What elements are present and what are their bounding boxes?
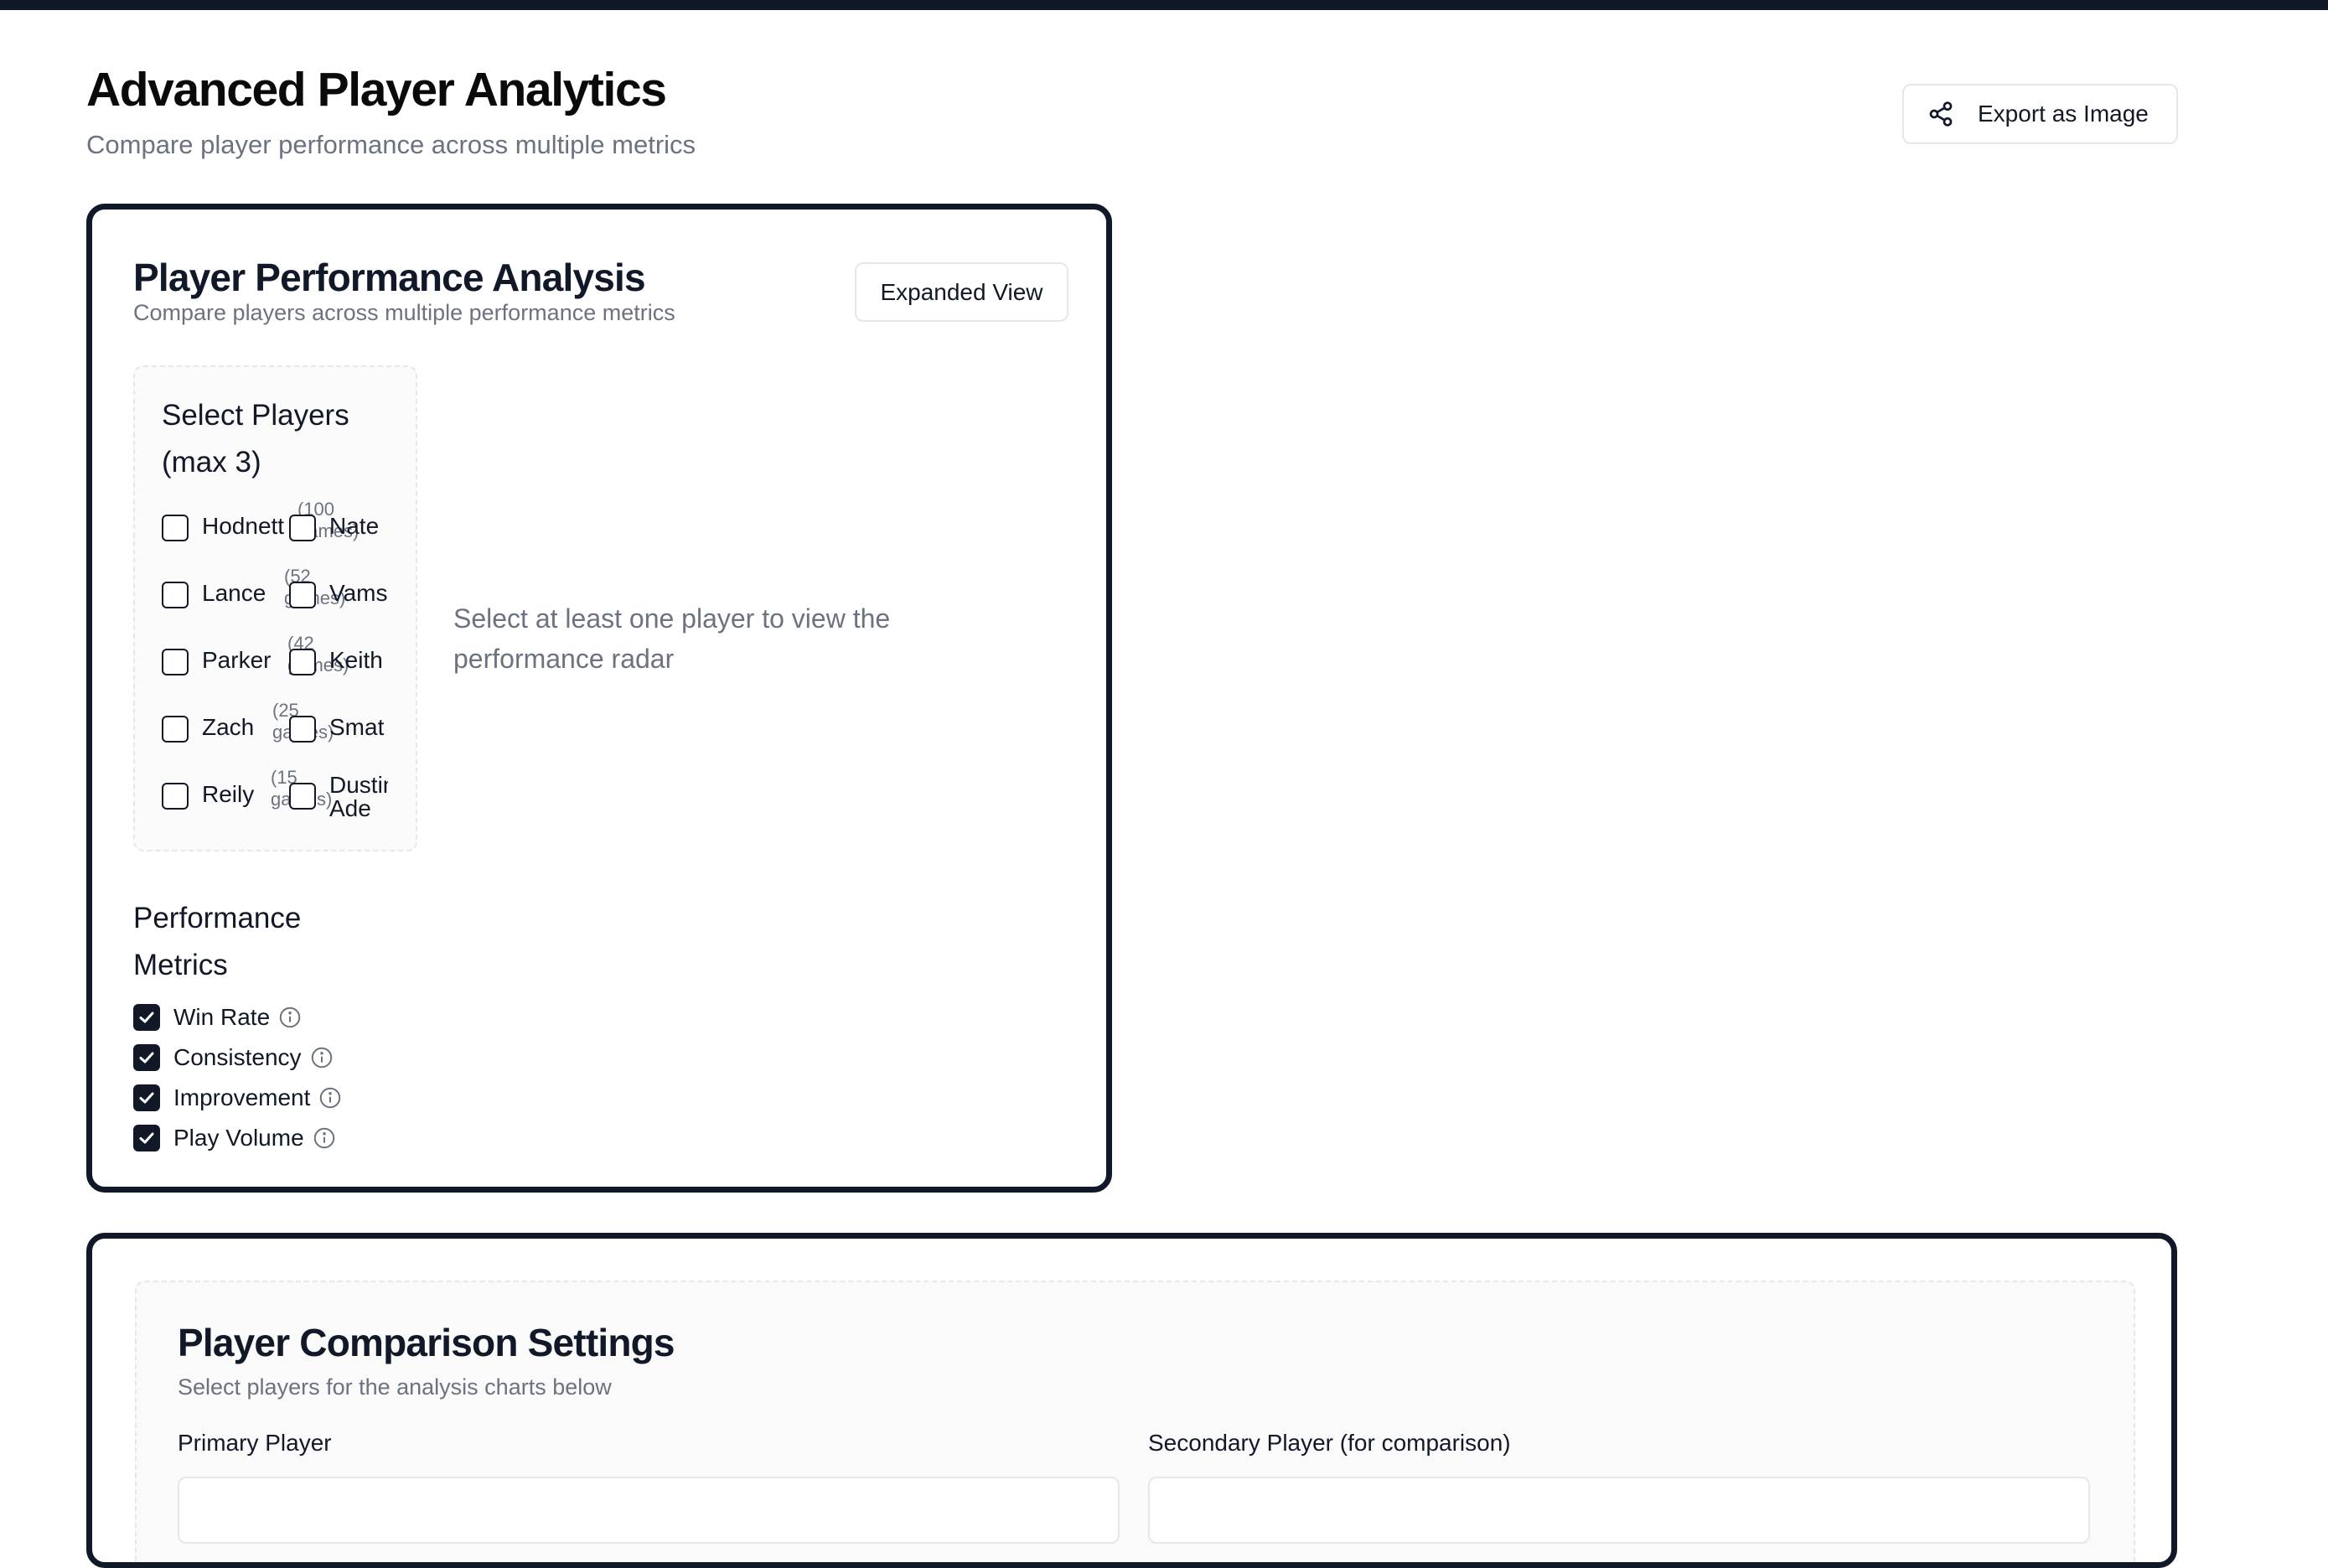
metric-label: Consistency bbox=[173, 1044, 302, 1070]
player-name: Keith bbox=[329, 647, 383, 673]
player-name: Hodnett bbox=[202, 513, 285, 539]
player-name: Smat bbox=[329, 714, 385, 740]
metric-label: Improvement bbox=[173, 1084, 311, 1110]
info-icon[interactable] bbox=[277, 1005, 303, 1030]
metrics-title: Performance Metrics bbox=[133, 902, 302, 981]
metric-checkbox[interactable] bbox=[133, 1044, 160, 1071]
player-checkbox[interactable] bbox=[289, 783, 316, 810]
player-name: Vams bbox=[329, 580, 388, 606]
metric-checkbox[interactable] bbox=[133, 1125, 160, 1151]
settings-title: Player Comparison Settings bbox=[178, 1321, 675, 1364]
player-checkbox[interactable] bbox=[162, 783, 189, 810]
select-players-title: Select Players (max 3) bbox=[162, 399, 349, 479]
player-name: Dustin Ade bbox=[329, 774, 388, 820]
metric-consistency[interactable]: Consistency bbox=[133, 1043, 334, 1073]
player-select-panel: Select Players (max 3) Hodnett (100 game… bbox=[133, 365, 417, 851]
player-checkbox[interactable] bbox=[162, 515, 189, 541]
check-icon bbox=[139, 1012, 154, 1023]
player-name: Reily bbox=[202, 781, 255, 807]
comparison-settings-card: Player Comparison Settings Select player… bbox=[86, 1233, 2177, 1568]
player-name: Parker bbox=[202, 647, 272, 673]
comparison-settings-panel: Player Comparison Settings Select player… bbox=[135, 1281, 2135, 1562]
performance-analysis-card: Player Performance Analysis Compare play… bbox=[86, 204, 1112, 1193]
check-icon bbox=[139, 1092, 154, 1104]
export-image-button[interactable]: Export as Image bbox=[1902, 84, 2178, 144]
player-checkbox[interactable] bbox=[289, 649, 316, 675]
check-icon bbox=[139, 1052, 154, 1063]
player-name: Zach bbox=[202, 714, 255, 740]
page-subtitle: Compare player performance across multip… bbox=[86, 130, 696, 159]
secondary-player-label: Secondary Player (for comparison) bbox=[1148, 1430, 1511, 1456]
check-icon bbox=[139, 1132, 154, 1144]
secondary-player-select[interactable] bbox=[1148, 1477, 2090, 1544]
player-checkbox[interactable] bbox=[289, 582, 316, 608]
card-title: Player Performance Analysis bbox=[133, 256, 646, 299]
settings-subtitle: Select players for the analysis charts b… bbox=[178, 1374, 612, 1400]
top-bar bbox=[0, 0, 2328, 10]
info-icon[interactable] bbox=[318, 1085, 343, 1110]
card-subtitle: Compare players across multiple performa… bbox=[133, 300, 675, 325]
player-checkbox[interactable] bbox=[162, 649, 189, 675]
metric-label: Play Volume bbox=[173, 1125, 304, 1151]
player-checkbox[interactable] bbox=[162, 582, 189, 608]
player-name: Lance bbox=[202, 580, 266, 606]
player-name: Nate bbox=[329, 513, 380, 539]
player-checkbox[interactable] bbox=[289, 515, 316, 541]
radar-empty-message: Select at least one player to view the p… bbox=[453, 603, 891, 674]
info-icon[interactable] bbox=[312, 1126, 337, 1151]
metric-label: Win Rate bbox=[173, 1004, 271, 1030]
expanded-view-button[interactable]: Expanded View bbox=[855, 262, 1068, 322]
metric-checkbox[interactable] bbox=[133, 1004, 160, 1031]
metric-checkbox[interactable] bbox=[133, 1084, 160, 1111]
page-title: Advanced Player Analytics bbox=[86, 63, 667, 116]
info-icon[interactable] bbox=[309, 1045, 334, 1070]
metric-win-rate[interactable]: Win Rate bbox=[133, 1002, 303, 1032]
primary-player-label: Primary Player bbox=[178, 1430, 332, 1456]
export-image-label: Export as Image bbox=[1978, 101, 2149, 127]
player-checkbox[interactable] bbox=[162, 716, 189, 743]
metric-play-volume[interactable]: Play Volume bbox=[133, 1123, 337, 1153]
player-checkbox[interactable] bbox=[289, 716, 316, 743]
metric-improvement[interactable]: Improvement bbox=[133, 1083, 343, 1113]
primary-player-select[interactable] bbox=[178, 1477, 1120, 1544]
share-icon bbox=[1929, 101, 1953, 127]
